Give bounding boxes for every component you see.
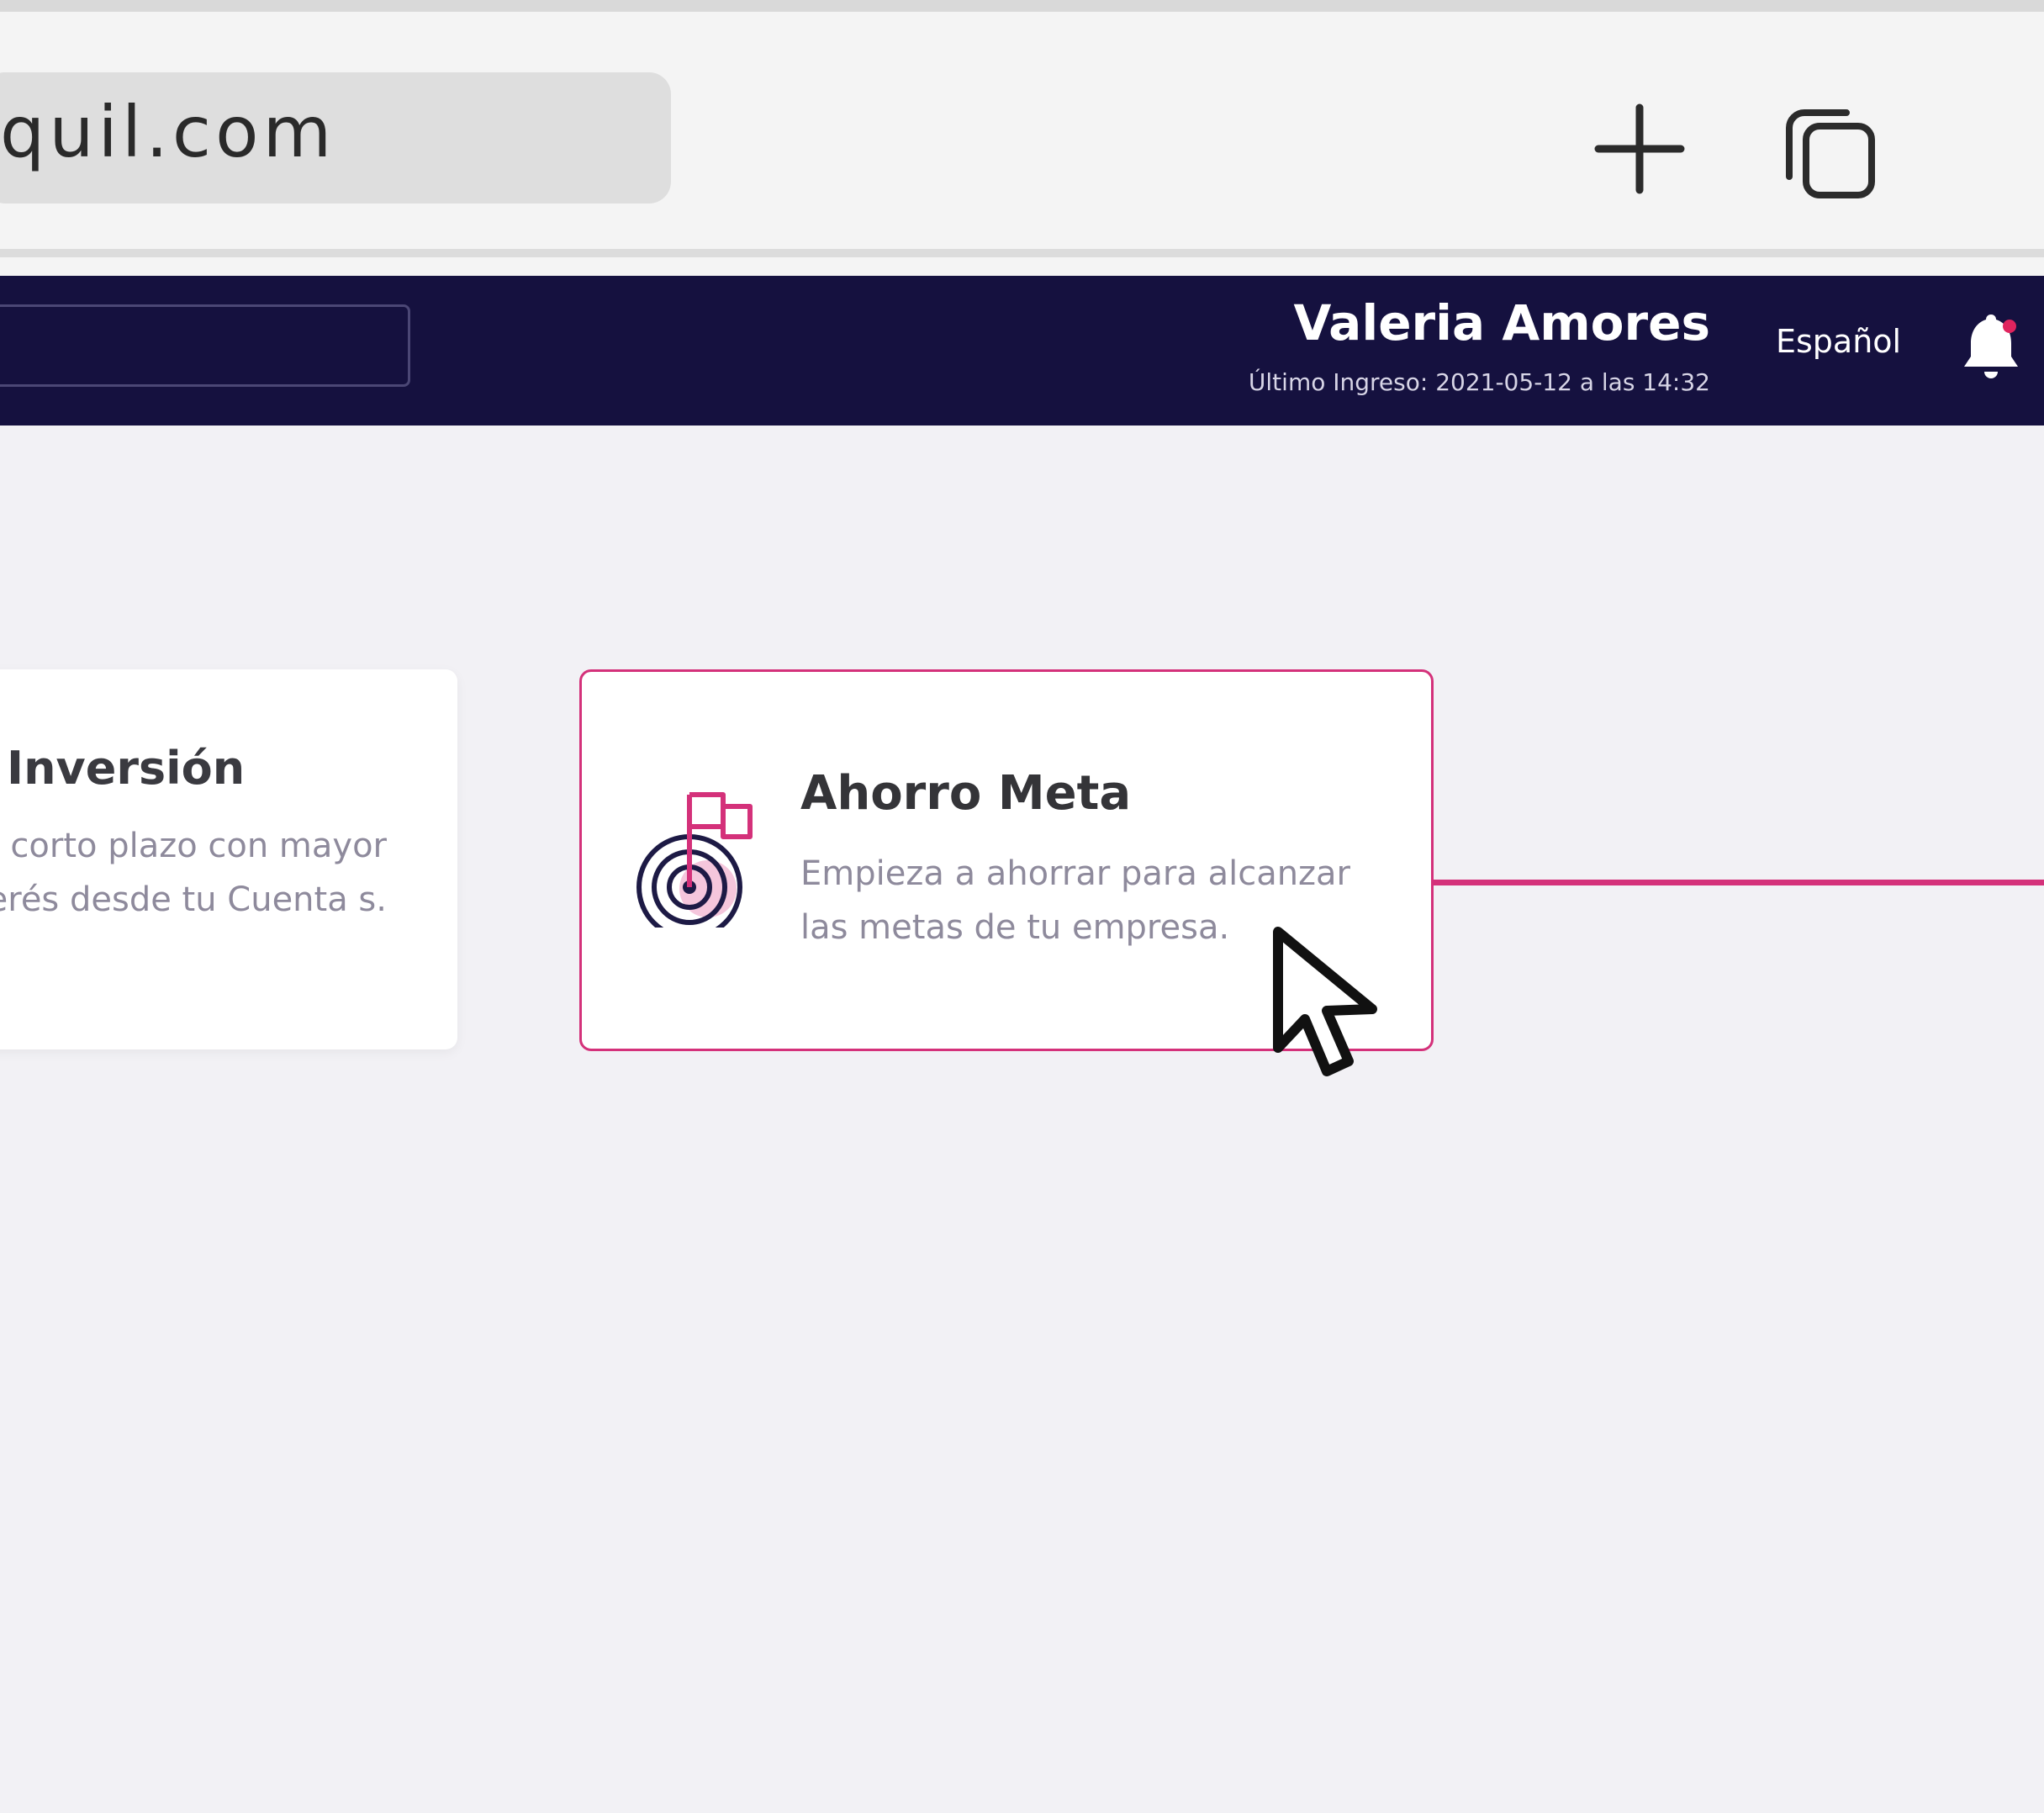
user-name: Valeria Amores	[1293, 294, 1710, 352]
last-login: Último Ingreso: 2021-05-12 a las 14:32	[1248, 368, 1710, 396]
inversion-card-description: corto plazo con mayor terés desde tu Cue…	[0, 827, 387, 919]
inversion-card-title: Inversión	[7, 742, 246, 795]
ahorro-meta-card-title: Ahorro Meta	[800, 766, 1132, 821]
inversion-card[interactable]: Inversión corto plazo con mayor terés de…	[0, 669, 457, 1049]
browser-chrome: quil.com	[0, 0, 2044, 276]
language-selector[interactable]: Español	[1776, 323, 1901, 360]
search-input[interactable]	[0, 304, 410, 387]
address-text[interactable]: quil.com	[0, 86, 335, 178]
target-flag-icon	[636, 792, 753, 928]
connector-line	[1434, 880, 2044, 885]
app-header: Valeria Amores Último Ingreso: 2021-05-1…	[0, 276, 2044, 426]
cursor-icon	[1273, 927, 1377, 1076]
tabs-icon[interactable]	[1781, 104, 1880, 204]
plus-icon[interactable]	[1593, 103, 1686, 195]
chrome-divider	[0, 249, 2044, 257]
bell-icon[interactable]	[1959, 309, 2023, 383]
